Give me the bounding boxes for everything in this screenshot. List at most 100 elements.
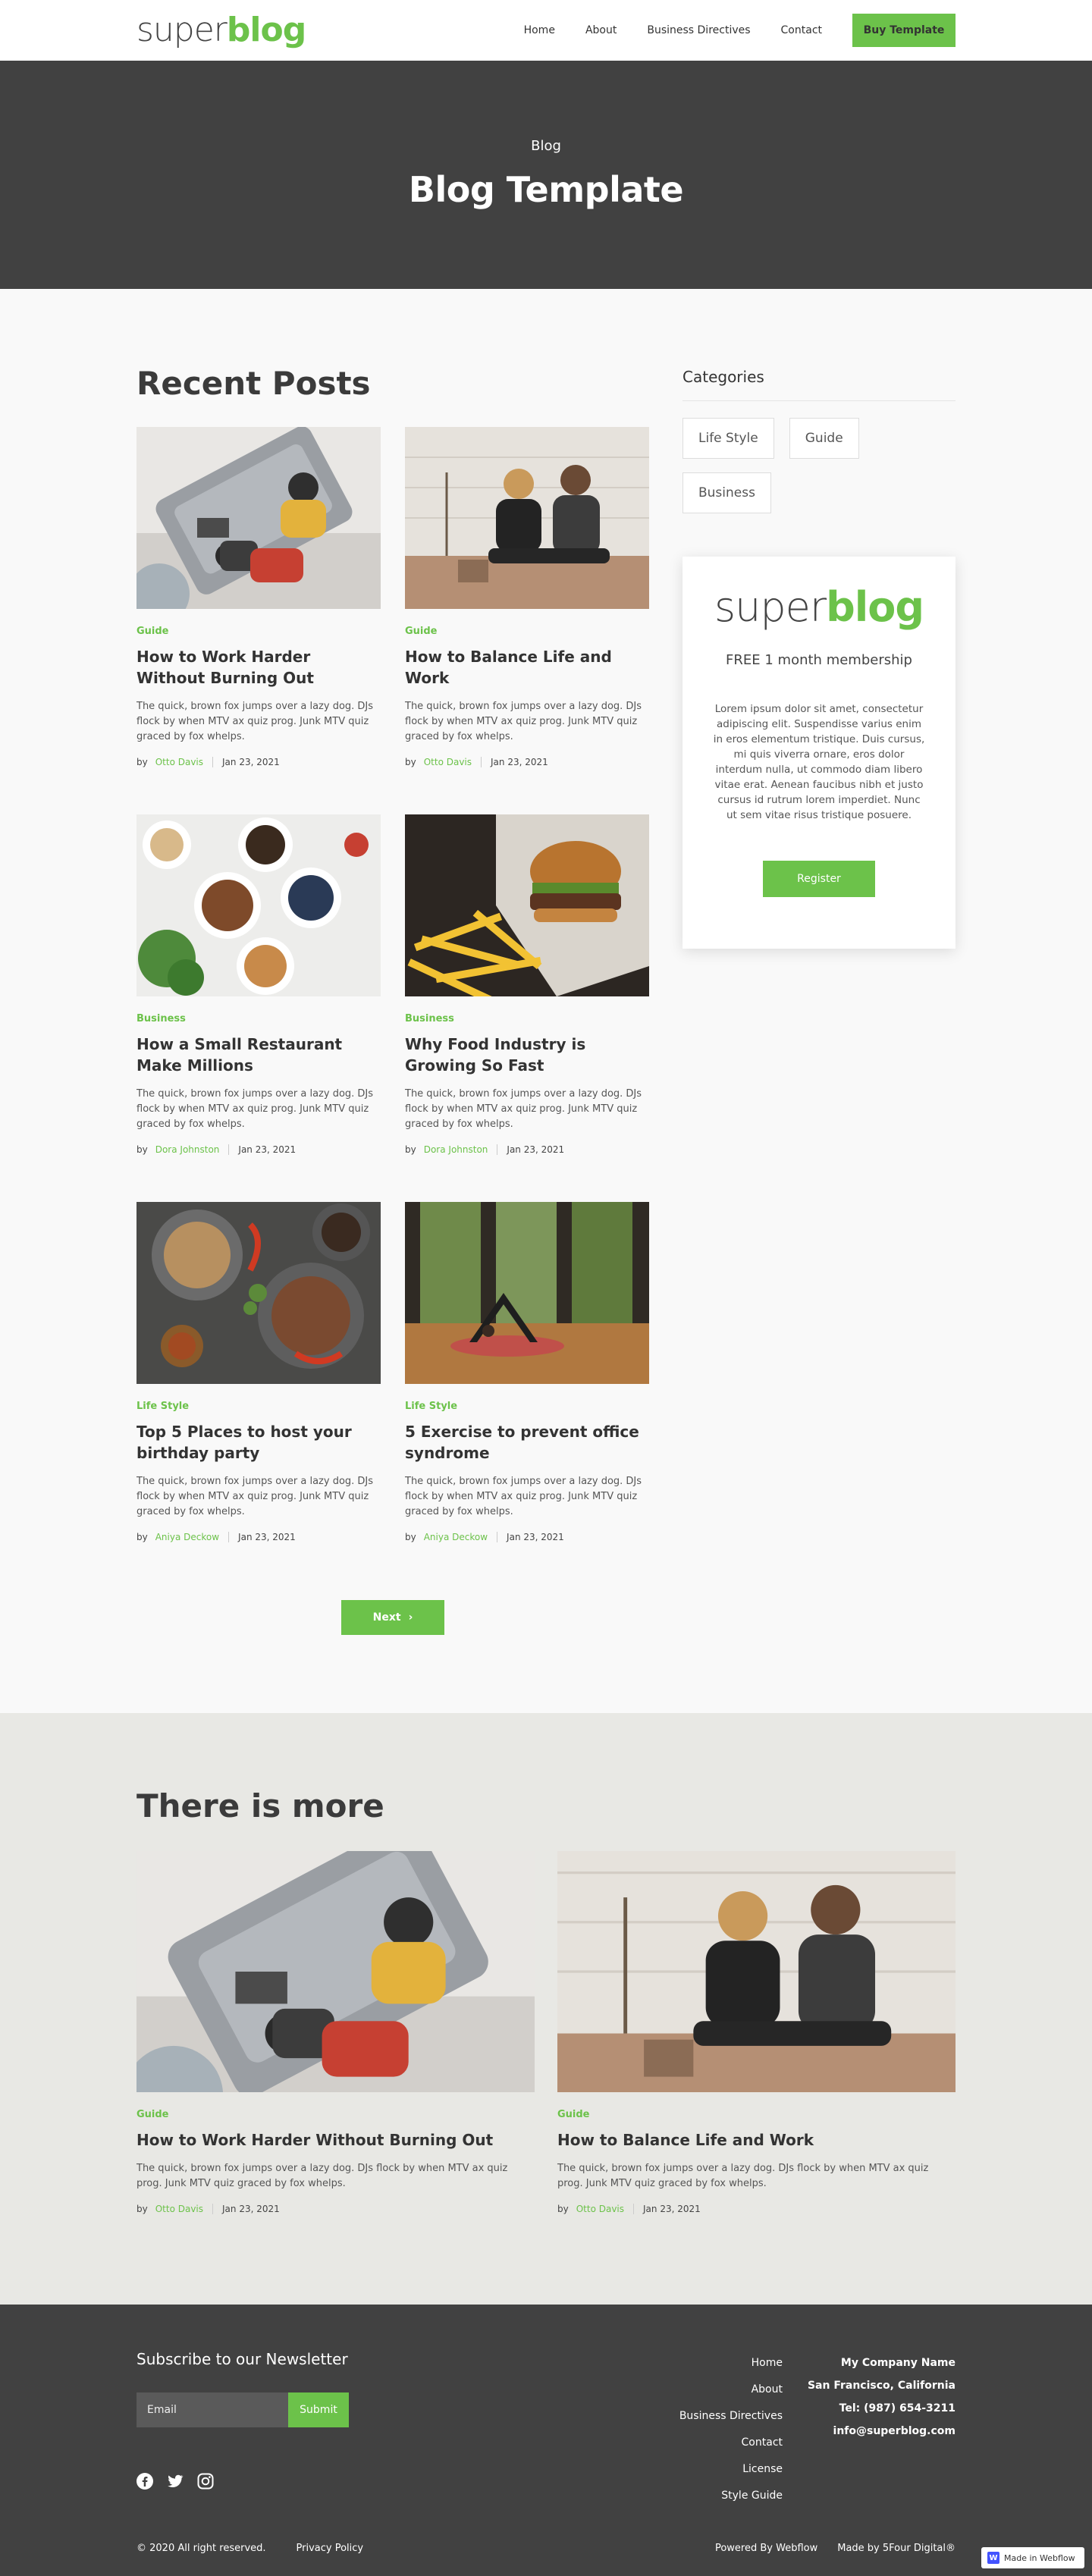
post-author[interactable]: Otto Davis <box>155 2204 203 2214</box>
post-author[interactable]: Otto Davis <box>576 2204 624 2214</box>
post-category[interactable]: Life Style <box>405 1401 649 1412</box>
nav-link-home[interactable]: Home <box>524 24 555 36</box>
footer-credits: Powered By Webflow Made by 5Four Digital… <box>715 2543 956 2554</box>
footer-link-home[interactable]: Home <box>679 2350 783 2377</box>
newsletter-email-input[interactable] <box>136 2392 288 2427</box>
post-image-burger-art <box>405 814 649 996</box>
post-title[interactable]: Top 5 Places to host your birthday party <box>136 1421 381 1464</box>
post-image-burger[interactable] <box>405 814 649 996</box>
footer-link-style-guide[interactable]: Style Guide <box>679 2483 783 2509</box>
nav-links: Home About Business Directives Contact B… <box>494 14 956 47</box>
promo-logo-bold: blog <box>826 583 924 631</box>
post-title[interactable]: 5 Exercise to prevent office syndrome <box>405 1421 649 1464</box>
nav-link-about[interactable]: About <box>585 24 617 36</box>
post-card: Guide How to Work Harder Without Burning… <box>136 1851 535 2239</box>
post-card: Life Style Top 5 Places to host your bir… <box>136 1202 381 1589</box>
post-category[interactable]: Business <box>136 1013 381 1024</box>
post-category[interactable]: Guide <box>136 626 381 637</box>
post-author[interactable]: Aniya Deckow <box>155 1532 219 1542</box>
post-title[interactable]: How a Small Restaurant Make Millions <box>136 1034 381 1076</box>
post-author[interactable]: Dora Johnston <box>155 1144 220 1155</box>
post-category[interactable]: Guide <box>557 2109 956 2120</box>
nav-link-business-directives[interactable]: Business Directives <box>647 24 750 36</box>
post-meta: by Dora Johnston Jan 23, 2021 <box>136 1144 381 1155</box>
post-image-living-room-art <box>136 1851 535 2092</box>
webflow-logo-icon: W <box>987 2552 999 2564</box>
meta-divider <box>481 757 482 767</box>
post-card: Guide How to Balance Life and Work The q… <box>405 427 649 814</box>
post-image-living-room[interactable] <box>136 427 381 609</box>
post-title[interactable]: How to Balance Life and Work <box>557 2129 956 2151</box>
footer-link-about[interactable]: About <box>679 2377 783 2403</box>
post-category[interactable]: Business <box>405 1013 649 1024</box>
post-by-label: by <box>405 1532 416 1542</box>
post-excerpt: The quick, brown fox jumps over a lazy d… <box>136 1088 374 1130</box>
post-category[interactable]: Guide <box>136 2109 535 2120</box>
made-by-link[interactable]: Made by 5Four Digital® <box>837 2543 956 2554</box>
next-page-button[interactable]: Next › <box>341 1600 444 1635</box>
company-phone[interactable]: Tel: (987) 654-3211 <box>808 2397 956 2420</box>
post-meta: by Aniya Deckow Jan 23, 2021 <box>136 1532 381 1542</box>
company-name: My Company Name <box>840 2357 956 2369</box>
post-title[interactable]: How to Work Harder Without Burning Out <box>136 2129 535 2151</box>
logo-bold-text: blog <box>226 11 306 49</box>
post-by-label: by <box>405 1144 416 1155</box>
post-date: Jan 23, 2021 <box>507 1532 564 1542</box>
top-nav: superblog Home About Business Directives… <box>0 0 1092 61</box>
promo-logo-light: super <box>714 583 827 631</box>
nav-link-contact[interactable]: Contact <box>781 24 822 36</box>
register-button[interactable]: Register <box>763 861 875 897</box>
twitter-icon[interactable] <box>167 2473 184 2490</box>
post-image-table-food[interactable] <box>136 814 381 996</box>
post-author[interactable]: Aniya Deckow <box>424 1532 488 1542</box>
post-title[interactable]: How to Work Harder Without Burning Out <box>136 646 381 689</box>
newsletter-title: Subscribe to our Newsletter <box>136 2350 348 2368</box>
post-date: Jan 23, 2021 <box>491 757 548 767</box>
post-author[interactable]: Otto Davis <box>424 757 472 767</box>
copyright: © 2020 All right reserved. <box>136 2543 266 2554</box>
post-image-yoga[interactable] <box>405 1202 649 1384</box>
footer-link-business-directives[interactable]: Business Directives <box>679 2403 783 2430</box>
post-by-label: by <box>136 1144 148 1155</box>
category-tag-business[interactable]: Business <box>682 472 771 513</box>
post-date: Jan 23, 2021 <box>222 2204 280 2214</box>
post-image-couple[interactable] <box>557 1851 956 2092</box>
powered-by-link[interactable]: Powered By Webflow <box>715 2543 817 2554</box>
post-card: Guide How to Work Harder Without Burning… <box>136 427 381 814</box>
site-logo[interactable]: superblog <box>136 14 306 47</box>
post-image-plates[interactable] <box>136 1202 381 1384</box>
post-category[interactable]: Guide <box>405 626 649 637</box>
more-posts-grid: Guide How to Work Harder Without Burning… <box>136 1851 956 2239</box>
post-title[interactable]: How to Balance Life and Work <box>405 646 649 689</box>
categories-title: Categories <box>682 368 764 386</box>
post-title[interactable]: Why Food Industry is Growing So Fast <box>405 1034 649 1076</box>
post-card: Guide How to Balance Life and Work The q… <box>557 1851 956 2239</box>
post-image-plates-art <box>136 1202 381 1384</box>
facebook-icon[interactable] <box>136 2473 153 2490</box>
post-date: Jan 23, 2021 <box>507 1144 565 1155</box>
membership-promo-card: superblog FREE 1 month membership Lorem … <box>682 557 956 949</box>
chevron-right-icon: › <box>408 1611 413 1624</box>
post-by-label: by <box>557 2204 569 2214</box>
instagram-icon[interactable] <box>197 2473 214 2490</box>
post-by-label: by <box>405 757 416 767</box>
post-author[interactable]: Dora Johnston <box>424 1144 488 1155</box>
privacy-policy-link[interactable]: Privacy Policy <box>297 2543 364 2554</box>
category-tag-life-style[interactable]: Life Style <box>682 418 774 459</box>
post-excerpt: The quick, brown fox jumps over a lazy d… <box>405 1088 642 1130</box>
promo-logo: superblog <box>682 587 956 628</box>
company-email[interactable]: info@superblog.com <box>808 2420 956 2443</box>
post-category[interactable]: Life Style <box>136 1401 381 1412</box>
newsletter-submit-button[interactable]: Submit <box>288 2392 349 2427</box>
category-tag-guide[interactable]: Guide <box>789 418 859 459</box>
post-author[interactable]: Otto Davis <box>155 757 203 767</box>
buy-template-button[interactable]: Buy Template <box>852 14 956 47</box>
post-image-living-room[interactable] <box>136 1851 535 2092</box>
meta-divider <box>228 1144 230 1155</box>
footer-link-license[interactable]: License <box>679 2456 783 2483</box>
made-in-webflow-badge[interactable]: W Made in Webflow <box>981 2547 1084 2568</box>
meta-divider <box>212 757 214 767</box>
post-image-couple[interactable] <box>405 427 649 609</box>
footer-link-contact[interactable]: Contact <box>679 2430 783 2456</box>
post-card: Business Why Food Industry is Growing So… <box>405 814 649 1202</box>
